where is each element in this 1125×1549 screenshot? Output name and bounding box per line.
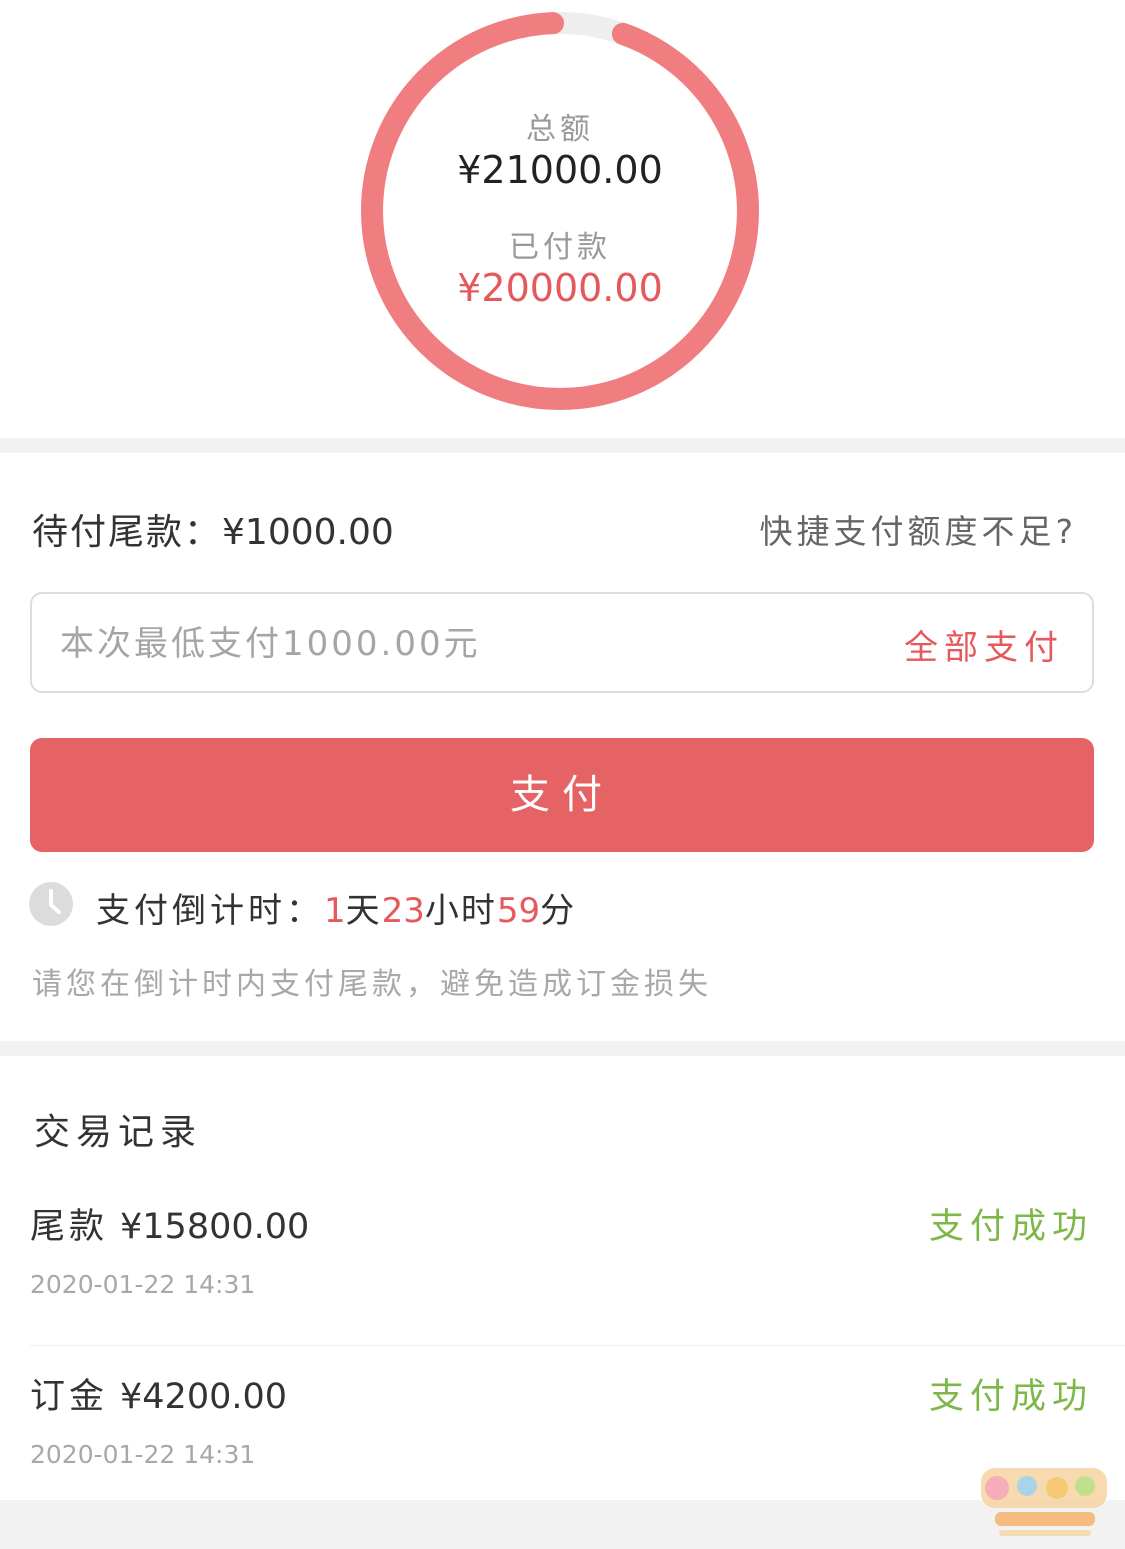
countdown: 支付倒计时：1天23小时59分 [96,883,576,932]
clock-icon [28,881,74,927]
record-time: 2020-01-22 14:31 [30,1440,256,1469]
remaining-amount: ¥1000.00 [222,512,394,553]
remaining-balance: 待付尾款：¥1000.00 [32,503,394,555]
transaction-records: 交易记录 尾款 ¥15800.00 2020-01-22 14:31 支付成功 订… [0,1056,1125,1500]
record-title: 尾款 ¥15800.00 [30,1198,309,1249]
amount-input-box: 全部支付 [30,592,1094,693]
paid-label: 已付款 [509,230,611,265]
countdown-hours: 23 [381,891,425,931]
paid-value: ¥20000.00 [457,266,663,310]
records-title: 交易记录 [34,1112,203,1153]
countdown-days: 1 [324,891,346,931]
ring-progress-arc [361,12,759,410]
quota-insufficient-link[interactable]: 快捷支付额度不足? [759,505,1077,553]
record-kind: 订金 [30,1377,109,1417]
countdown-minutes-unit: 分 [540,891,577,931]
payment-summary: 总额 ¥21000.00 已付款 ¥20000.00 [0,0,1125,438]
record-status: 支付成功 [928,1377,1093,1417]
forum-watermark-logo [975,1462,1115,1542]
pay-button[interactable]: 支付 [30,738,1094,852]
payment-section: 待付尾款：¥1000.00 快捷支付额度不足? 全部支付 支付 支付倒计时：1天… [0,453,1125,1041]
countdown-minutes: 59 [496,891,541,931]
remaining-label: 待付尾款： [32,512,223,553]
record-amount: ¥15800.00 [120,1207,310,1247]
record-item[interactable]: 订金 ¥4200.00 2020-01-22 14:31 支付成功 [30,1346,1125,1516]
pay-all-button[interactable]: 全部支付 [904,620,1064,669]
countdown-hours-unit: 小时 [424,891,497,931]
record-status: 支付成功 [928,1207,1093,1247]
countdown-label: 支付倒计时： [96,891,324,931]
payment-progress-ring [355,6,765,416]
record-amount: ¥4200.00 [120,1377,288,1417]
total-label: 总额 [526,112,594,147]
record-kind: 尾款 [30,1207,109,1247]
total-value: ¥21000.00 [457,148,663,192]
countdown-days-unit: 天 [345,891,382,931]
countdown-warning: 请您在倒计时内支付尾款，避免造成订金损失 [32,967,712,1002]
record-time: 2020-01-22 14:31 [30,1270,256,1299]
record-title: 订金 ¥4200.00 [30,1368,287,1419]
amount-input[interactable] [60,620,820,668]
record-item[interactable]: 尾款 ¥15800.00 2020-01-22 14:31 支付成功 [30,1176,1125,1346]
